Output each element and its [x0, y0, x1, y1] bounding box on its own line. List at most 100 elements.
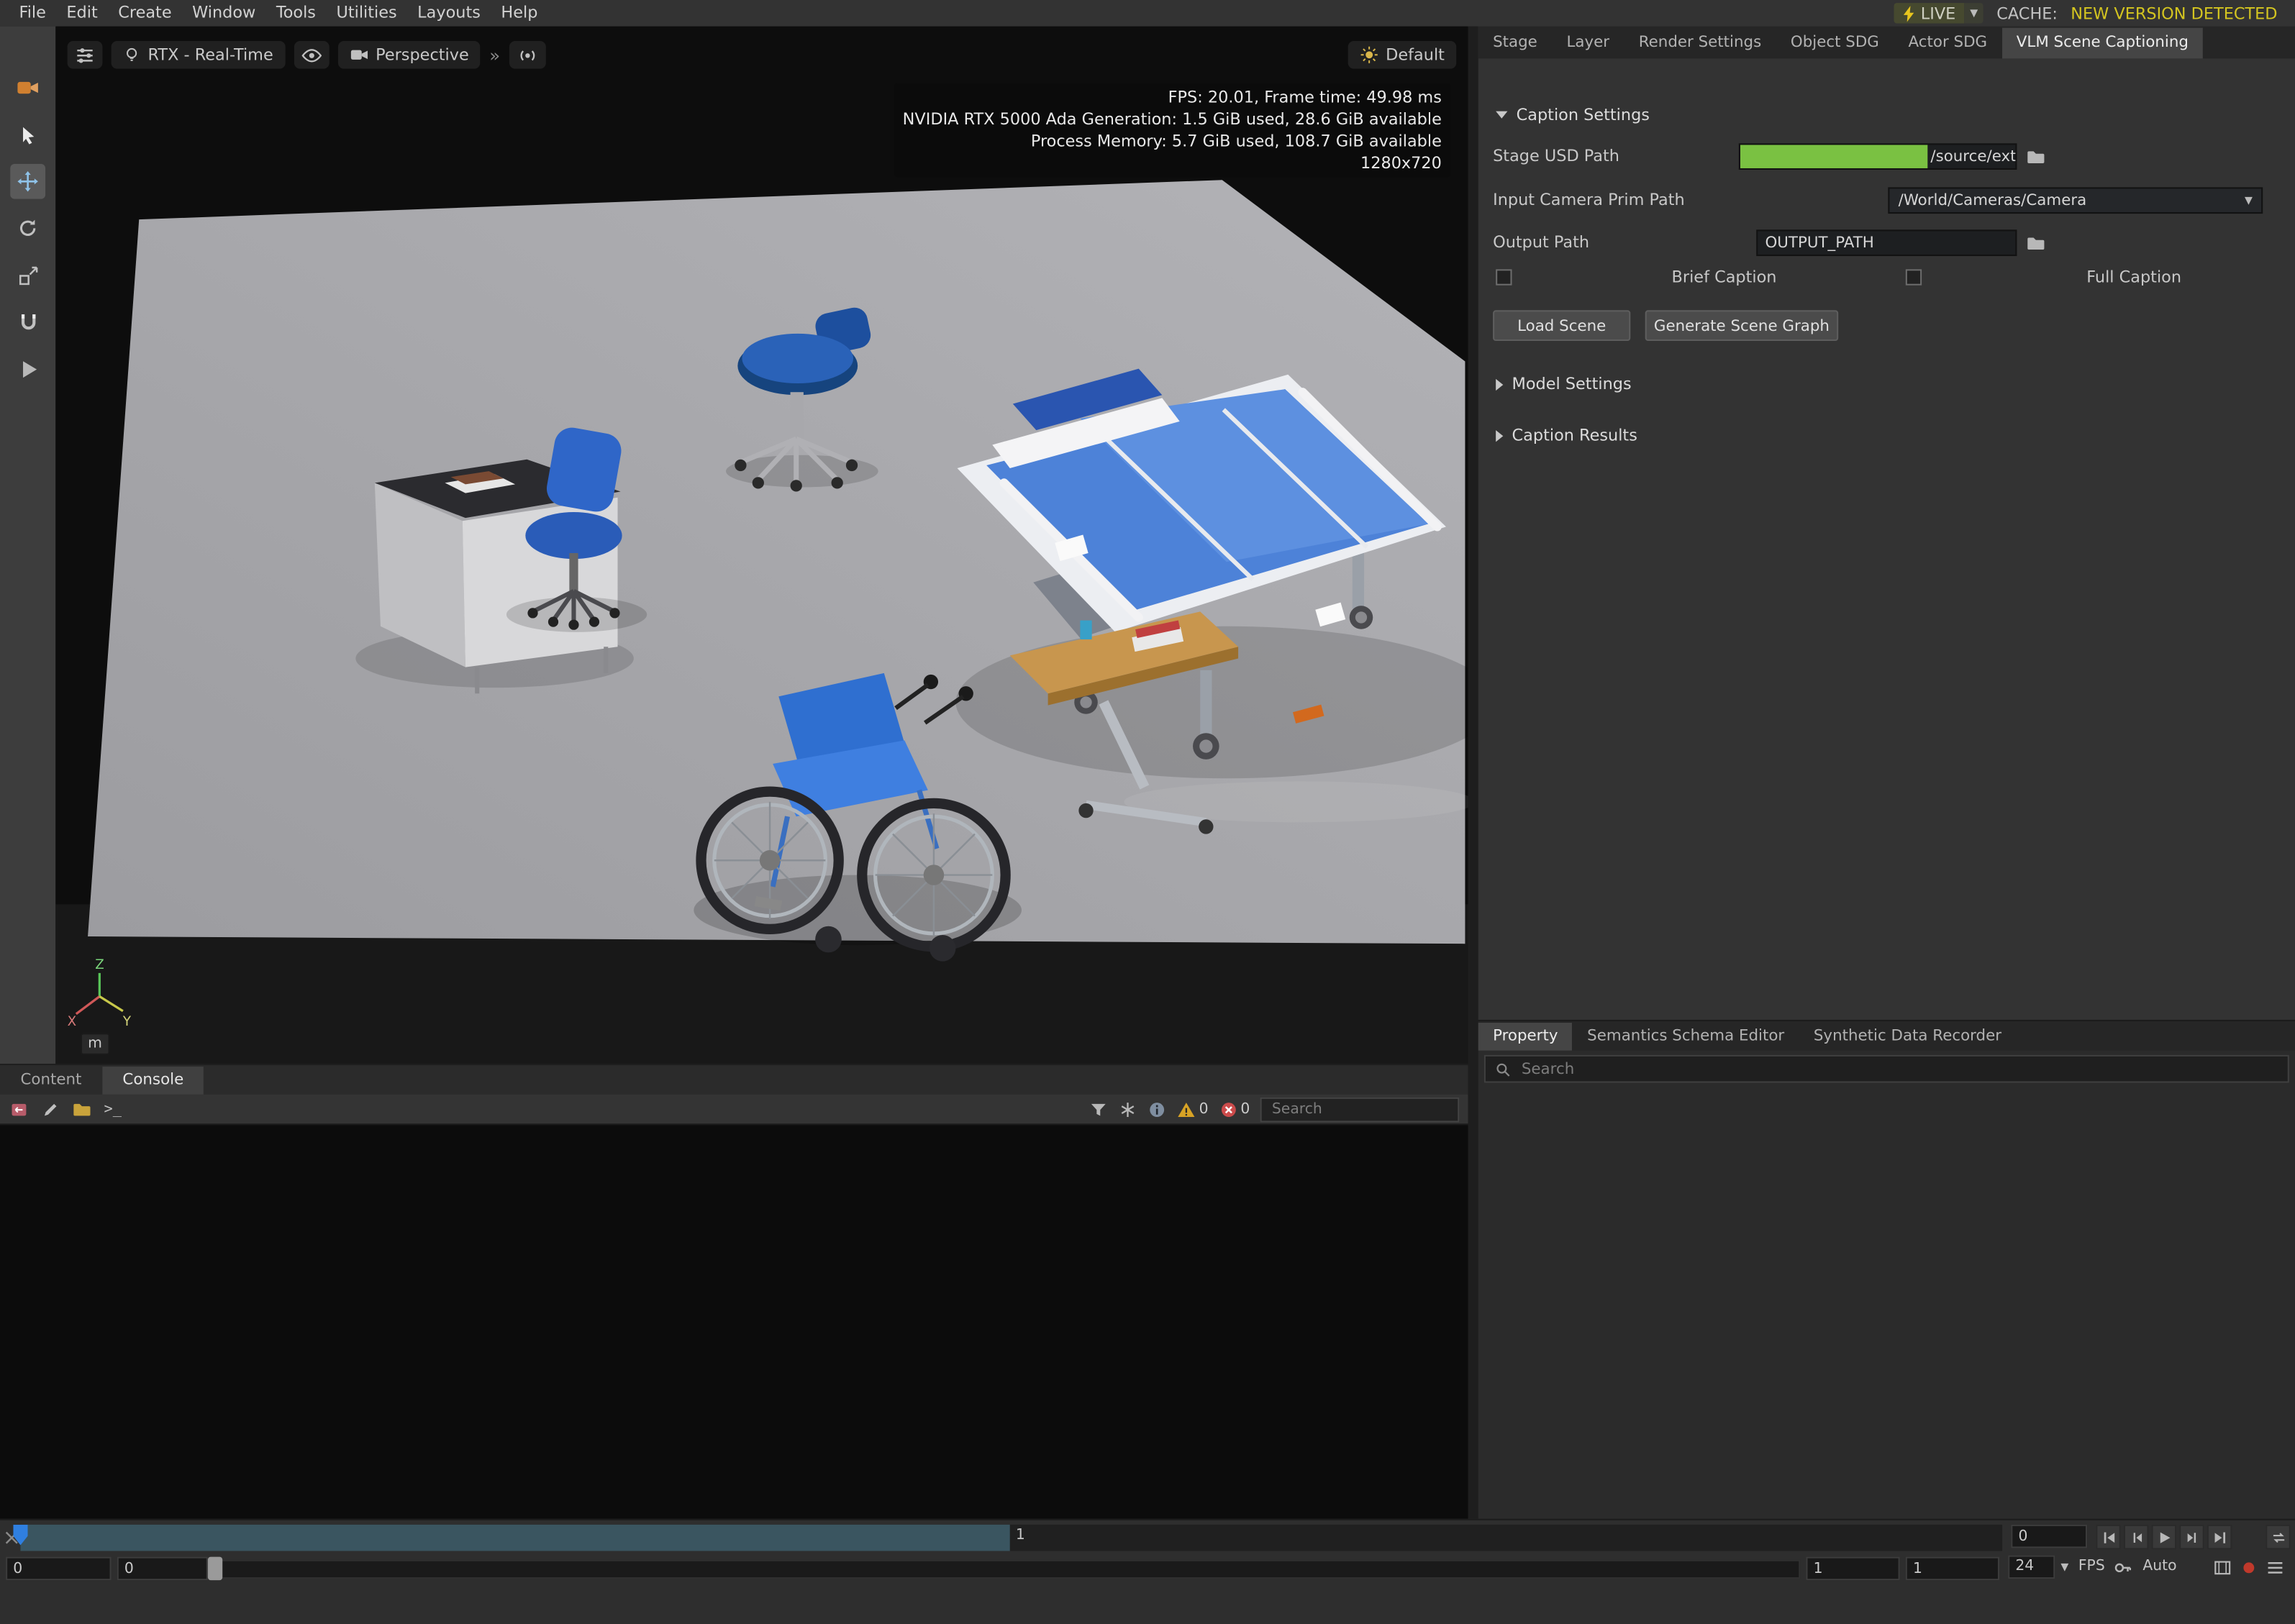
viewport-options-button[interactable] — [68, 41, 103, 69]
timeline-zoom-handle[interactable] — [208, 1557, 222, 1581]
fps-value[interactable]: 24 — [2008, 1556, 2055, 1579]
bottom-panel-tabs: Content Console — [0, 1065, 1468, 1095]
tab-stage[interactable]: Stage — [1478, 28, 1552, 59]
warning-icon[interactable] — [1177, 1100, 1196, 1118]
select-tool-button[interactable] — [10, 117, 45, 152]
property-panel: Property Semantics Schema Editor Synthet… — [1478, 1020, 2295, 1519]
output-path-field[interactable]: OUTPUT_PATH — [1756, 229, 2017, 256]
tab-console[interactable]: Console — [102, 1067, 204, 1095]
renderer-selector[interactable]: RTX - Real-Time — [112, 41, 285, 69]
current-frame-input[interactable] — [2011, 1525, 2087, 1548]
broadcast-button[interactable] — [509, 41, 545, 69]
clear-console-icon[interactable] — [9, 1100, 29, 1118]
load-scene-button[interactable]: Load Scene — [1493, 310, 1630, 341]
filter-icon[interactable] — [1089, 1100, 1108, 1118]
axis-gizmo[interactable]: Z X Y — [65, 955, 135, 1028]
range-end-input[interactable] — [1806, 1557, 1899, 1581]
play-tool-button[interactable] — [10, 351, 45, 386]
stage-usd-path-field[interactable]: /source/exte — [1739, 143, 2017, 170]
menu-create[interactable]: Create — [108, 0, 182, 27]
tab-object-sdg[interactable]: Object SDG — [1776, 28, 1894, 59]
new-version-notice[interactable]: NEW VERSION DETECTED — [2071, 4, 2277, 22]
brief-caption-checkbox[interactable] — [1496, 269, 1512, 285]
grid-unit-chip[interactable]: m — [81, 1033, 109, 1055]
info-icon[interactable] — [1148, 1100, 1166, 1118]
console-search-input[interactable] — [1269, 1100, 1450, 1118]
generate-scene-graph-button[interactable]: Generate Scene Graph — [1645, 310, 1839, 341]
input-camera-label: Input Camera Prim Path — [1493, 187, 1685, 214]
error-icon[interactable] — [1219, 1100, 1237, 1118]
asterisk-icon[interactable] — [1119, 1100, 1137, 1118]
playback-controls — [2096, 1525, 2232, 1550]
caption-settings-header[interactable]: Caption Settings — [1496, 105, 1650, 124]
record-icon[interactable] — [2240, 1559, 2258, 1577]
scale-tool-button[interactable] — [10, 257, 45, 293]
lighting-preset-selector[interactable]: Default — [1348, 41, 1456, 69]
tab-render-settings[interactable]: Render Settings — [1624, 28, 1776, 59]
loop-button[interactable] — [2266, 1525, 2291, 1550]
output-path-browse-button[interactable] — [2023, 229, 2050, 256]
move-tool-button[interactable] — [10, 164, 45, 199]
end-frame-input[interactable] — [1906, 1557, 1999, 1581]
tab-synthetic-data-recorder[interactable]: Synthetic Data Recorder — [1799, 1023, 2017, 1051]
menu-tools[interactable]: Tools — [266, 0, 327, 27]
live-sync-button[interactable]: LIVE — [1894, 3, 1964, 23]
step-forward-button[interactable] — [2179, 1525, 2204, 1550]
chevrons-icon[interactable]: » — [489, 45, 500, 65]
menu-utilities[interactable]: Utilities — [326, 0, 407, 27]
stage-usd-path-value: /source/exte — [1927, 147, 2017, 165]
autokey-icon[interactable] — [2114, 1559, 2132, 1577]
live-dropdown-button[interactable]: ▼ — [1965, 3, 1983, 23]
snap-tool-button[interactable] — [10, 304, 45, 339]
tab-layer[interactable]: Layer — [1552, 28, 1624, 59]
property-search-input[interactable] — [1519, 1059, 2279, 1079]
auto-label: Auto — [2142, 1554, 2176, 1581]
input-camera-dropdown[interactable]: /World/Cameras/Camera ▼ — [1888, 187, 2263, 214]
range-start-input[interactable] — [6, 1557, 111, 1581]
scale-icon — [17, 264, 39, 286]
menu-edit[interactable]: Edit — [56, 0, 108, 27]
rotate-tool-button[interactable] — [10, 211, 45, 246]
goto-end-button[interactable] — [2207, 1525, 2232, 1550]
console-output[interactable] — [0, 1123, 1468, 1520]
stage-usd-path-browse-button[interactable] — [2023, 143, 2050, 170]
film-icon[interactable] — [2213, 1559, 2232, 1577]
tab-actor-sdg[interactable]: Actor SDG — [1894, 28, 2001, 59]
fps-dropdown-caret[interactable]: ▼ — [2060, 1563, 2068, 1573]
camera-selector[interactable]: Perspective — [337, 41, 481, 69]
full-caption-label: Full Caption — [2017, 268, 2251, 288]
model-settings-header[interactable]: Model Settings — [1496, 375, 1631, 393]
playhead-frame-input[interactable] — [117, 1557, 208, 1581]
timeline-scrubber[interactable]: 1 — [20, 1525, 2002, 1551]
property-panel-body[interactable] — [1478, 1087, 2295, 1518]
edit-icon[interactable] — [41, 1100, 60, 1118]
menu-layouts[interactable]: Layouts — [407, 0, 491, 27]
tab-content[interactable]: Content — [0, 1067, 102, 1095]
full-caption-checkbox[interactable] — [1906, 269, 1922, 285]
folder-icon — [2026, 233, 2046, 252]
timeline-zoom-slider[interactable] — [208, 1560, 1800, 1579]
camera-tool-button[interactable] — [10, 70, 45, 106]
tab-semantics-schema-editor[interactable]: Semantics Schema Editor — [1573, 1023, 1799, 1051]
step-back-button[interactable] — [2124, 1525, 2149, 1550]
viewport-header-toolbar: RTX - Real-Time Perspective » — [68, 41, 546, 69]
collapsed-caret-icon — [1496, 378, 1503, 390]
warning-count: 0 — [1199, 1101, 1209, 1117]
menu-file[interactable]: File — [9, 0, 56, 27]
caption-results-header[interactable]: Caption Results — [1496, 426, 1637, 444]
stat-resolution: 1280x720 — [903, 152, 1442, 175]
viewport-3d[interactable]: RTX - Real-Time Perspective » Default FP… — [55, 27, 1468, 1064]
menu-help[interactable]: Help — [491, 0, 548, 27]
play-button[interactable] — [2152, 1525, 2177, 1550]
tab-vlm-scene-captioning[interactable]: VLM Scene Captioning — [2001, 28, 2203, 59]
goto-start-button[interactable] — [2096, 1525, 2121, 1550]
brief-caption-label: Brief Caption — [1607, 268, 1842, 288]
eye-icon — [301, 45, 321, 65]
visibility-button[interactable] — [294, 41, 329, 69]
timeline-menu-icon[interactable] — [2266, 1559, 2284, 1577]
scene-3d[interactable] — [55, 27, 1468, 1064]
folder-icon[interactable] — [72, 1100, 92, 1118]
tab-property[interactable]: Property — [1478, 1023, 1573, 1051]
menu-window[interactable]: Window — [182, 0, 266, 27]
terminal-prompt[interactable]: >_ — [104, 1101, 122, 1117]
